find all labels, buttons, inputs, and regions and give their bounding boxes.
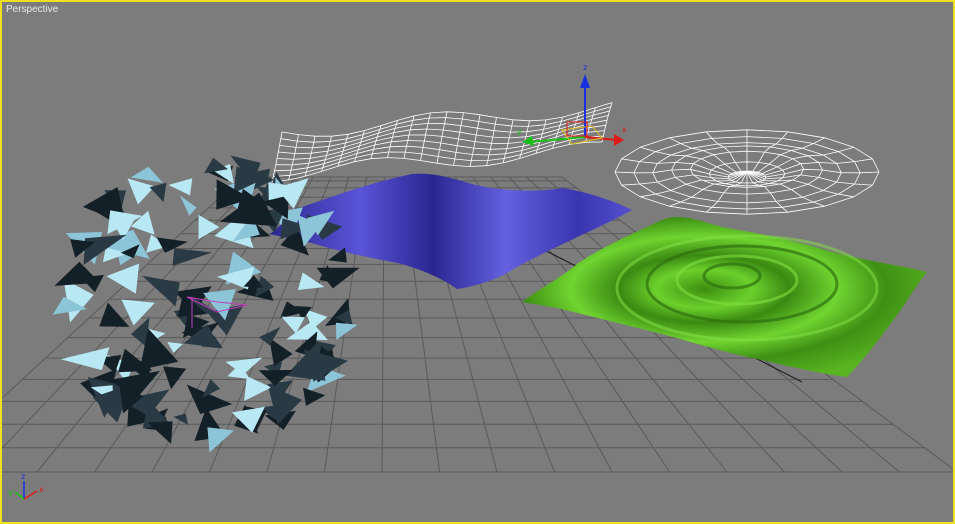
gizmo-x-label: x xyxy=(622,125,627,134)
shard-face xyxy=(130,166,163,183)
shard-face xyxy=(60,347,110,371)
gizmo-z-label: z xyxy=(583,63,587,72)
scene-canvas[interactable]: z y x z x y xyxy=(2,2,953,522)
shard-face xyxy=(127,178,155,205)
tripod-y-label: y xyxy=(8,488,13,497)
shard-face xyxy=(168,178,193,196)
shard-face xyxy=(163,366,187,390)
wire-edge xyxy=(486,117,497,166)
wire-edge xyxy=(420,112,431,161)
shard-face xyxy=(121,299,155,326)
tripod-z-label: z xyxy=(21,472,25,481)
axis-tripod: z x y xyxy=(8,472,44,500)
shard-face xyxy=(54,261,100,286)
shard-face xyxy=(167,342,183,353)
shard-face xyxy=(269,337,293,367)
shard-face xyxy=(207,427,235,453)
shard-face xyxy=(106,263,140,294)
shard-face xyxy=(202,379,221,398)
shard-face xyxy=(172,248,213,266)
wire-edge xyxy=(453,112,464,166)
wire-edge xyxy=(278,115,609,154)
wire-edge xyxy=(436,111,448,164)
wire-edge xyxy=(288,134,299,181)
wireframe-wave-plane[interactable] xyxy=(271,102,613,183)
gizmo-y-label: y xyxy=(517,127,522,136)
wire-edge xyxy=(279,110,610,149)
green-ripple-surface[interactable] xyxy=(522,217,927,377)
shard-face xyxy=(147,421,173,444)
shard-face xyxy=(173,413,189,425)
shard-face xyxy=(303,387,326,406)
perspective-viewport[interactable]: Perspective z y x z x y xyxy=(0,0,955,524)
shard-face xyxy=(149,182,167,203)
shard-face xyxy=(130,210,155,235)
tripod-x-label: x xyxy=(39,485,44,494)
wireframe-ripple-disc[interactable] xyxy=(614,129,880,215)
shard-face xyxy=(180,195,197,216)
shard-face xyxy=(142,275,180,307)
